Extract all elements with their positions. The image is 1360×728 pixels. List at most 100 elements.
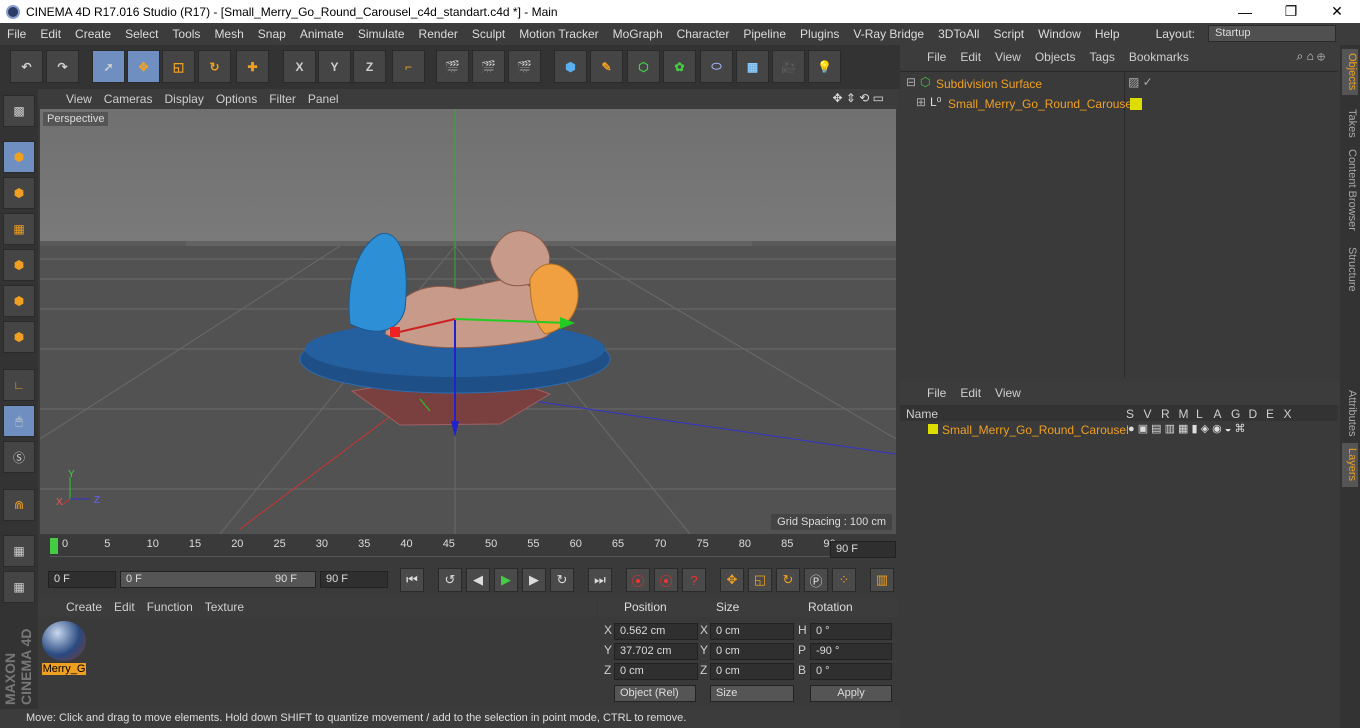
apply-button[interactable]: Apply xyxy=(810,685,892,702)
menu-vray-bridge[interactable]: V-Ray Bridge xyxy=(846,27,931,41)
layers-col-g[interactable]: G xyxy=(1231,407,1240,421)
menu-pipeline[interactable]: Pipeline xyxy=(736,27,793,41)
points-mode-icon[interactable]: ⬢ xyxy=(3,249,35,281)
key-parameter-icon[interactable]: Ⓟ xyxy=(804,568,828,592)
timeline-window-icon[interactable]: ▥ xyxy=(870,568,894,592)
tab-content-browser[interactable]: Content Browser xyxy=(1342,145,1358,235)
texture-mode-icon[interactable]: ⬢ xyxy=(3,177,35,209)
layer-menu-file[interactable]: File xyxy=(920,386,953,400)
position-field[interactable]: 37.702 cm xyxy=(614,643,698,660)
menu-motion-tracker[interactable]: Motion Tracker xyxy=(512,27,605,41)
menu-script[interactable]: Script xyxy=(986,27,1031,41)
layer-row[interactable]: Small_Merry_Go_Round_Carousel ● ▣ ▤ ▥ ▦ … xyxy=(900,421,1338,439)
key-rotation-icon[interactable]: ↻ xyxy=(776,568,800,592)
workplane-icon[interactable]: ▦ xyxy=(3,213,35,245)
rotation-field[interactable]: -90 ° xyxy=(810,643,892,660)
move-tool-icon[interactable]: ✥ xyxy=(127,50,160,83)
viewport-menu-options[interactable]: Options xyxy=(210,92,263,106)
menu-render[interactable]: Render xyxy=(412,27,465,41)
menu-plugins[interactable]: Plugins xyxy=(793,27,846,41)
obj-menu-view[interactable]: View xyxy=(988,50,1028,64)
cube-primitive-icon[interactable]: ⬢ xyxy=(554,50,587,83)
playhead[interactable] xyxy=(50,538,58,554)
layers-col-x[interactable]: X xyxy=(1284,407,1292,421)
tab-attributes[interactable]: Attributes xyxy=(1342,385,1358,441)
layout-select[interactable]: Startup xyxy=(1208,25,1336,42)
layers-col-m[interactable]: M xyxy=(1179,407,1189,421)
tab-layers[interactable]: Layers xyxy=(1342,443,1358,487)
viewport-menu-view[interactable]: View xyxy=(60,92,98,106)
edges-mode-icon[interactable]: ⬢ xyxy=(3,285,35,317)
undo-icon[interactable]: ↶ xyxy=(10,50,43,83)
tweak-mode-icon[interactable]: 🖱 xyxy=(3,405,35,437)
mat-menu-edit[interactable]: Edit xyxy=(108,600,141,614)
tab-structure[interactable]: Structure xyxy=(1342,241,1358,297)
camera-icon[interactable]: 🎥 xyxy=(772,50,805,83)
x-axis-button[interactable]: X xyxy=(283,50,316,83)
menu-tools[interactable]: Tools xyxy=(165,27,207,41)
layers-col-r[interactable]: R xyxy=(1161,407,1170,421)
redo-icon[interactable]: ↷ xyxy=(46,50,79,83)
coordinate-system-icon[interactable]: ⌐ xyxy=(392,50,425,83)
size-field[interactable]: 0 cm xyxy=(710,663,794,680)
layer-menu-view[interactable]: View xyxy=(988,386,1028,400)
scale-tool-icon[interactable]: ◱ xyxy=(162,50,195,83)
planar-workplane-icon[interactable]: ▦ xyxy=(3,571,35,603)
layers-col-l[interactable]: L xyxy=(1196,407,1203,421)
tab-objects[interactable]: Objects xyxy=(1342,49,1358,95)
size-mode-select[interactable]: Size xyxy=(710,685,794,702)
pen-spline-icon[interactable]: ✎ xyxy=(590,50,623,83)
subdivision-icon[interactable]: ⬡ xyxy=(627,50,660,83)
viewport-nav-icons[interactable]: ✥ ⇕ ⟲ ▭ xyxy=(826,91,890,105)
menu-edit[interactable]: Edit xyxy=(33,27,68,41)
key-scale-icon[interactable]: ◱ xyxy=(748,568,772,592)
layers-col-s[interactable]: S xyxy=(1126,407,1134,421)
magnet-icon[interactable]: ⋒ xyxy=(3,489,35,521)
viewport-menu-cameras[interactable]: Cameras xyxy=(98,92,159,106)
render-settings-icon[interactable]: 🎬 xyxy=(508,50,541,83)
close-button[interactable]: ✕ xyxy=(1314,0,1360,23)
size-field[interactable]: 0 cm xyxy=(710,643,794,660)
z-axis-button[interactable]: Z xyxy=(353,50,386,83)
menu-help[interactable]: Help xyxy=(1088,27,1127,41)
end-frame-field[interactable]: 90 F xyxy=(320,571,388,588)
minimize-button[interactable]: — xyxy=(1222,0,1268,23)
mat-menu-function[interactable]: Function xyxy=(141,600,199,614)
start-frame-field[interactable]: 0 F xyxy=(48,571,116,588)
size-field[interactable]: 0 cm xyxy=(710,623,794,640)
layers-col-a[interactable]: A xyxy=(1214,407,1222,421)
layer-toggle-icons[interactable]: ● ▣ ▤ ▥ ▦ ▮ ◈ ◉ ◒ ⌘ xyxy=(1128,422,1245,435)
material-swatch[interactable]: Merry_G xyxy=(42,621,86,677)
play-icon[interactable]: ▶ xyxy=(494,568,518,592)
key-position-icon[interactable]: ✥ xyxy=(720,568,744,592)
axis-mode-icon[interactable]: ∟ xyxy=(3,369,35,401)
tab-takes[interactable]: Takes xyxy=(1342,103,1358,143)
menu-snap[interactable]: Snap xyxy=(251,27,293,41)
frame-range-slider[interactable]: 0 F 90 F xyxy=(120,571,316,588)
next-frame-icon[interactable]: ▶ xyxy=(522,568,546,592)
menu-animate[interactable]: Animate xyxy=(293,27,351,41)
position-field[interactable]: 0 cm xyxy=(614,663,698,680)
menu-character[interactable]: Character xyxy=(670,27,737,41)
objects-search-icon[interactable]: ⌕ ⌂ ⊕ xyxy=(1290,49,1332,64)
light-icon[interactable]: 💡 xyxy=(808,50,841,83)
expand-icon[interactable]: ⊞ xyxy=(916,95,926,109)
make-editable-icon[interactable]: ▩ xyxy=(3,95,35,127)
tree-item-subdivision[interactable]: ⊟ ⬡ Subdivision Surface ▨ ✓ xyxy=(900,75,1338,93)
menu-sculpt[interactable]: Sculpt xyxy=(465,27,512,41)
menu-3dtoall[interactable]: 3DToAll xyxy=(931,27,986,41)
mat-menu-texture[interactable]: Texture xyxy=(199,600,250,614)
menu-create[interactable]: Create xyxy=(68,27,118,41)
select-tool-icon[interactable]: ➚ xyxy=(92,50,125,83)
menu-window[interactable]: Window xyxy=(1031,27,1088,41)
timeline-ruler[interactable]: 051015202530354045505560657075808590 90 … xyxy=(38,534,898,565)
y-axis-button[interactable]: Y xyxy=(318,50,351,83)
mat-menu-create[interactable]: Create xyxy=(60,600,108,614)
rotation-field[interactable]: 0 ° xyxy=(810,663,892,680)
mograph-icon[interactable]: ✿ xyxy=(663,50,696,83)
layers-col-d[interactable]: D xyxy=(1249,407,1258,421)
key-pla-icon[interactable]: ⁘ xyxy=(832,568,856,592)
menu-select[interactable]: Select xyxy=(118,27,165,41)
perspective-viewport[interactable]: Perspective Grid Spacing : 100 cm Y Z X xyxy=(40,109,896,534)
rotate-tool-icon[interactable]: ↻ xyxy=(198,50,231,83)
